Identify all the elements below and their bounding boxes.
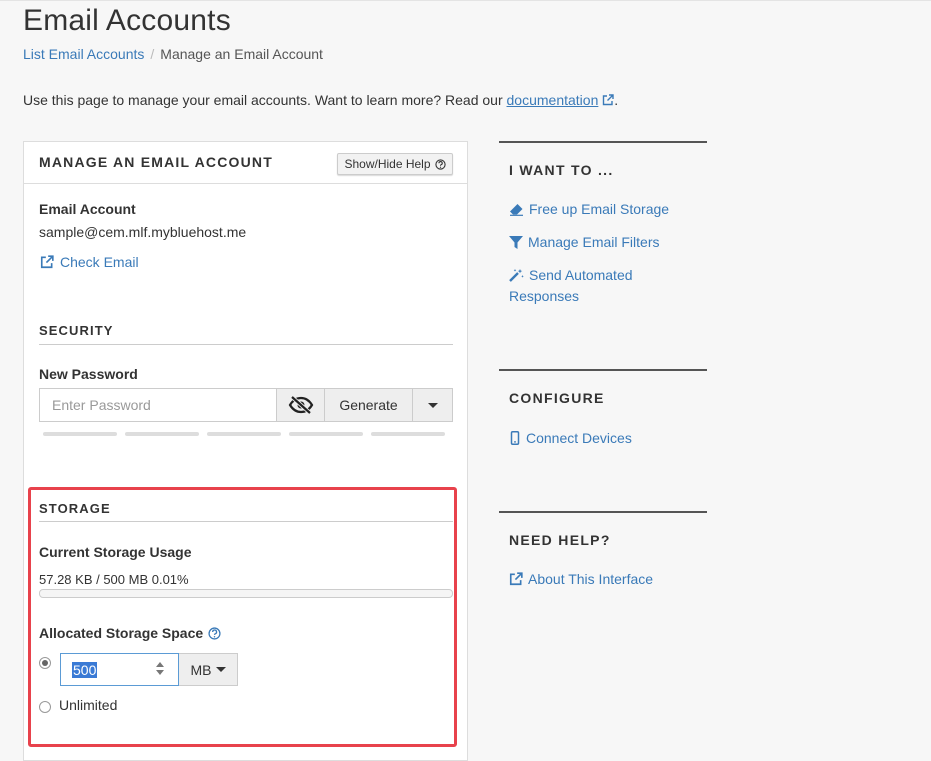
breadcrumb-separator: /	[150, 46, 155, 62]
toggle-password-visibility-button[interactable]	[277, 388, 325, 422]
send-automated-responses-label: Send Automated Responses	[509, 267, 633, 304]
strength-segment	[125, 432, 199, 436]
external-link-icon	[603, 94, 614, 106]
documentation-link[interactable]: documentation	[507, 92, 599, 108]
mobile-icon	[510, 431, 520, 445]
show-hide-help-button[interactable]: Show/Hide Help	[337, 153, 453, 175]
caret-down-icon	[427, 402, 438, 408]
eye-slash-icon	[288, 396, 313, 414]
top-divider	[0, 0, 931, 1]
check-email-link[interactable]: Check Email	[40, 254, 139, 270]
manage-email-filters-label: Manage Email Filters	[528, 234, 660, 250]
need-help-title: NEED HELP?	[509, 532, 611, 548]
question-circle-icon	[434, 158, 446, 170]
password-strength-meter	[43, 432, 445, 436]
breadcrumb-current: Manage an Email Account	[160, 46, 323, 62]
connect-devices-label: Connect Devices	[526, 430, 632, 446]
free-up-email-storage-link[interactable]: Free up Email Storage	[509, 199, 669, 220]
i-want-to-title: I WANT TO ...	[509, 162, 614, 178]
password-input[interactable]: Enter Password	[39, 388, 277, 422]
about-this-interface-link[interactable]: About This Interface	[509, 569, 653, 590]
filter-icon	[509, 236, 523, 249]
magic-wand-icon	[509, 269, 524, 282]
password-placeholder: Enter Password	[52, 397, 151, 413]
panel-title: MANAGE AN EMAIL ACCOUNT	[39, 154, 273, 170]
generate-password-button[interactable]: Generate	[325, 388, 413, 422]
intro-period: .	[614, 92, 619, 108]
external-link-icon	[509, 572, 523, 586]
new-password-label: New Password	[39, 366, 138, 382]
email-account-value: sample@cem.mlf.mybluehost.me	[39, 224, 247, 240]
strength-segment	[371, 432, 445, 436]
strength-segment	[289, 432, 363, 436]
breadcrumb: List Email Accounts / Manage an Email Acco…	[23, 46, 323, 62]
strength-segment	[43, 432, 117, 436]
free-up-email-storage-label: Free up Email Storage	[529, 201, 670, 217]
email-account-label: Email Account	[39, 201, 136, 217]
panel-header: MANAGE AN EMAIL ACCOUNT Show/Hide Help	[24, 142, 467, 184]
send-automated-responses-link[interactable]: Send Automated Responses	[509, 265, 679, 307]
sidebar-divider	[499, 141, 707, 143]
strength-segment	[207, 432, 281, 436]
intro-text: Use this page to manage your email accou…	[23, 92, 618, 108]
connect-devices-link[interactable]: Connect Devices	[509, 428, 632, 449]
security-section-title: SECURITY	[39, 323, 114, 338]
storage-highlight-box	[28, 487, 457, 747]
intro-sentence: Use this page to manage your email accou…	[23, 92, 507, 108]
check-email-label: Check Email	[60, 254, 139, 270]
password-input-group: Enter Password Generate	[39, 388, 453, 422]
sidebar-divider	[499, 511, 707, 513]
about-this-interface-label: About This Interface	[528, 571, 654, 587]
password-options-dropdown[interactable]	[413, 388, 453, 422]
eraser-icon	[510, 204, 523, 216]
security-divider	[39, 344, 453, 345]
breadcrumb-list-email-accounts[interactable]: List Email Accounts	[23, 46, 144, 62]
external-link-icon	[40, 255, 54, 269]
help-button-label: Show/Hide Help	[344, 157, 431, 171]
sidebar-divider	[499, 369, 707, 371]
configure-title: CONFIGURE	[509, 390, 605, 406]
page-title: Email Accounts	[23, 4, 231, 37]
manage-email-filters-link[interactable]: Manage Email Filters	[509, 232, 660, 253]
